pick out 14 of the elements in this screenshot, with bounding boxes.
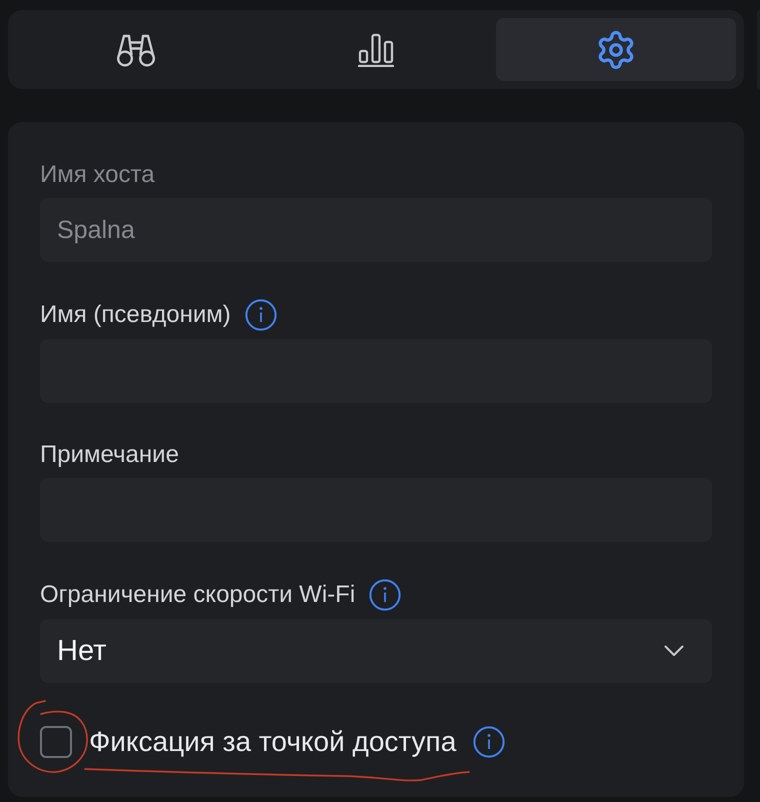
checkbox[interactable]: [40, 726, 72, 758]
field-label: Имя (псевдоним): [40, 300, 231, 330]
binoculars-icon: [116, 32, 156, 66]
checkbox-label: Фиксация за точкой доступа: [89, 726, 456, 758]
info-icon[interactable]: [369, 579, 402, 611]
field-label: Примечание: [40, 440, 179, 470]
chevron-down-icon: [664, 645, 684, 657]
field-label: Имя хоста: [40, 160, 155, 190]
bar-chart-icon: [358, 32, 394, 66]
info-icon[interactable]: [244, 299, 277, 331]
info-icon[interactable]: [473, 726, 506, 758]
tab-button[interactable]: [496, 18, 736, 81]
dropdown-select[interactable]: Нет: [40, 619, 712, 683]
field-label: Ограничение скорости Wi-Fi: [40, 580, 356, 610]
